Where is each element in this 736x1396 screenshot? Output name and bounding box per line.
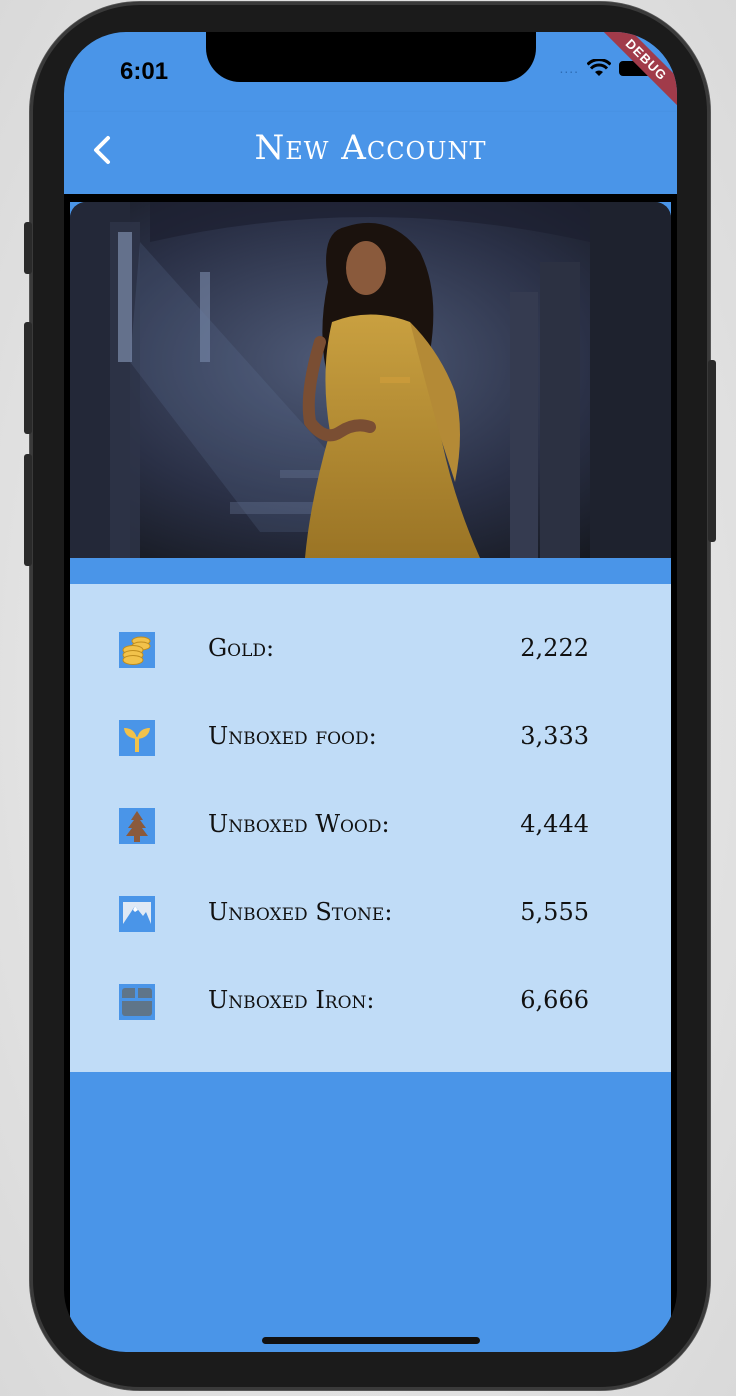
home-indicator[interactable] [262, 1337, 480, 1344]
content-area: Gold: 2,222 Unboxed food: 3,333 Unboxed … [70, 202, 671, 1352]
volume-up-button [24, 322, 32, 434]
resource-row-iron: Unboxed Iron: 6,666 [70, 972, 671, 1032]
mountain-stone-icon [119, 896, 155, 932]
resource-value: 2,222 [520, 634, 589, 662]
resource-label: Gold: [208, 634, 275, 662]
device-stage: 6:01 .... DEBUG New Account Gold: 2,222 … [0, 0, 736, 1396]
resource-value: 3,333 [520, 722, 589, 750]
resource-row-food: Unboxed food: 3,333 [70, 708, 671, 768]
resource-label: Unboxed food: [208, 722, 377, 750]
divider-strip [70, 558, 671, 584]
resource-label: Unboxed Wood: [208, 810, 390, 838]
app-bar: New Account [64, 112, 677, 194]
character-illustration [70, 202, 671, 558]
status-time: 6:01 [120, 58, 169, 85]
resource-label: Unboxed Iron: [208, 986, 375, 1014]
status-bar: 6:01 .... DEBUG [64, 32, 677, 114]
hero-image [70, 202, 671, 558]
notch [206, 32, 536, 82]
wifi-icon [587, 59, 611, 76]
resource-row-stone: Unboxed Stone: 5,555 [70, 884, 671, 944]
screen: 6:01 .... DEBUG New Account Gold: 2,222 … [64, 32, 677, 1352]
sprout-food-icon [119, 720, 155, 756]
cellular-signal-icon: .... [559, 60, 579, 76]
volume-down-button [24, 454, 32, 566]
resource-value: 5,555 [520, 898, 589, 926]
pine-tree-wood-icon [119, 808, 155, 844]
gold-coins-icon [119, 632, 155, 668]
resource-label: Unboxed Stone: [208, 898, 393, 926]
resource-row-wood: Unboxed Wood: 4,444 [70, 796, 671, 856]
resources-panel: Gold: 2,222 Unboxed food: 3,333 Unboxed … [70, 584, 671, 1072]
resource-row-gold: Gold: 2,222 [70, 620, 671, 680]
resource-value: 4,444 [520, 810, 589, 838]
chest-iron-icon [119, 984, 155, 1020]
silent-switch [24, 222, 32, 274]
page-title: New Account [254, 128, 487, 168]
resource-value: 6,666 [520, 986, 589, 1014]
power-button [708, 360, 716, 542]
